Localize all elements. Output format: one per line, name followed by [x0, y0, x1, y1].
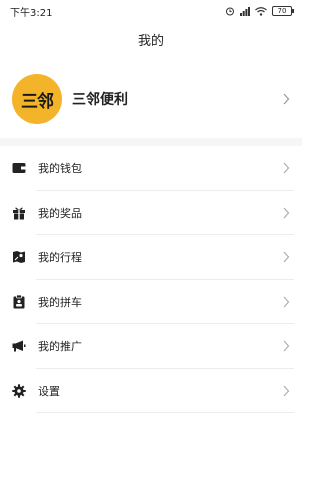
menu-item-label: 我的钱包 [38, 162, 82, 176]
avatar: 三邻 [12, 74, 62, 124]
battery-indicator: 70 [272, 6, 294, 16]
menu-list: 我的钱包 我的奖品 我的行程 我的拼车 我的推广 设置 [0, 146, 302, 413]
section-divider [0, 138, 302, 146]
chevron-right-icon [283, 251, 290, 263]
wallet-icon [12, 161, 26, 175]
chevron-right-icon [283, 93, 290, 105]
gift-icon [12, 206, 26, 220]
menu-item-label: 我的奖品 [38, 206, 82, 220]
chevron-right-icon [283, 385, 290, 397]
alarm-icon [226, 7, 234, 16]
map-icon [12, 250, 26, 264]
menu-item-label: 我的拼车 [38, 295, 82, 309]
menu-item-wallet[interactable]: 我的钱包 [0, 146, 302, 191]
chevron-right-icon [283, 340, 290, 352]
status-bar: 下午3:21 70 [0, 0, 302, 22]
menu-item-prizes[interactable]: 我的奖品 [0, 191, 302, 236]
menu-item-label: 设置 [38, 384, 60, 398]
gear-icon [12, 384, 26, 398]
menu-item-promotion[interactable]: 我的推广 [0, 324, 302, 369]
menu-item-label: 我的推广 [38, 340, 82, 354]
menu-item-settings[interactable]: 设置 [0, 369, 302, 414]
megaphone-icon [12, 339, 26, 353]
menu-item-label: 我的行程 [38, 251, 82, 265]
chevron-right-icon [283, 296, 290, 308]
profile-name: 三邻便利 [72, 92, 128, 108]
chevron-right-icon [283, 162, 290, 174]
status-icons: 70 [225, 6, 294, 16]
status-time: 下午3:21 [10, 7, 53, 19]
wifi-icon [255, 6, 267, 16]
chevron-right-icon [283, 207, 290, 219]
page-title: 我的 [137, 34, 164, 49]
menu-item-carpool[interactable]: 我的拼车 [0, 280, 302, 325]
profile-row[interactable]: 三邻 三邻便利 [0, 70, 302, 128]
menu-item-trips[interactable]: 我的行程 [0, 235, 302, 280]
signal-icon [240, 6, 250, 16]
clipboard-icon [12, 294, 26, 309]
